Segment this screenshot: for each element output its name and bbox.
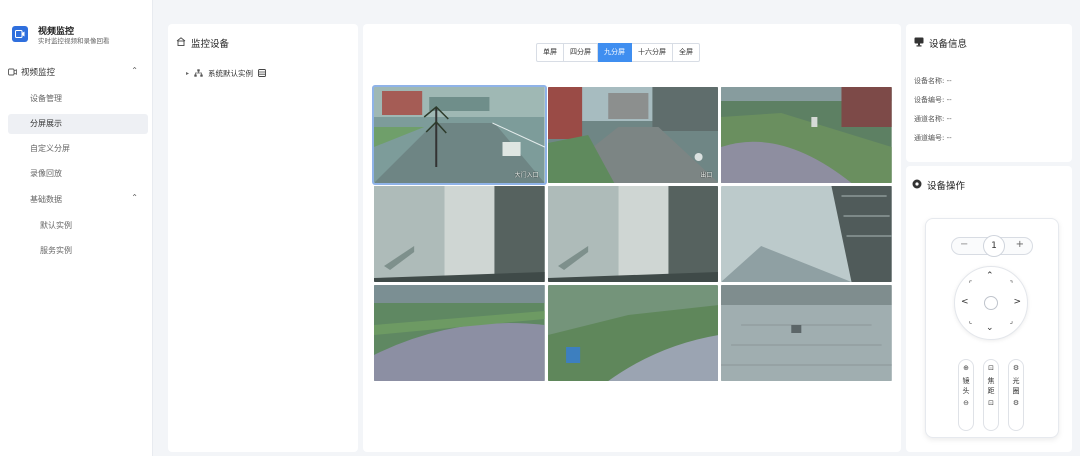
info-device-number: 设备编号: -- (914, 95, 952, 105)
zoom-out-icon[interactable]: ⊖ (963, 399, 969, 407)
database-icon (258, 68, 266, 79)
tab-single[interactable]: 单屏 (536, 43, 564, 62)
app-subtitle: 实时监控视频和录像回看 (38, 37, 110, 45)
tree-node-root[interactable]: ▸ 系统默认实例 (186, 68, 266, 79)
tree-node-label: 系统默认实例 (208, 69, 254, 78)
sidebar-item-default-instance[interactable]: 默认实例 (8, 216, 148, 236)
sidebar-item-custom-split[interactable]: 自定义分屏 (8, 139, 148, 159)
device-panel-title: 监控设备 (191, 39, 230, 50)
zoom-plus-button[interactable]: + (1016, 239, 1024, 250)
info-label: 设备名称: (914, 77, 945, 85)
chevron-up-icon: ⌃ (131, 193, 138, 202)
settings-icon (912, 179, 922, 192)
nav-group-video-monitor[interactable]: 视频监控 ⌃ (0, 62, 152, 82)
lens-control: ⊕ 镜头 ⊖ (958, 359, 974, 431)
device-info-header: 设备信息 (914, 36, 967, 50)
info-channel-number: 通道编号: -- (914, 133, 952, 143)
video-cell[interactable] (721, 87, 892, 183)
network-icon (194, 68, 203, 79)
sidebar-item-device-management[interactable]: 设备管理 (8, 89, 148, 109)
view-mode-tabs: 单屏 四分屏 九分屏 十六分屏 全屏 (536, 43, 700, 62)
info-label: 通道编号: (914, 134, 945, 142)
camera-label: 出口 (700, 172, 713, 179)
ptz-down-button[interactable]: ⌄ (986, 324, 994, 333)
zoom-stepper: − 1 + (951, 235, 1033, 257)
video-grid: 大门入口 出口 (372, 85, 892, 381)
sidebar-item-playback[interactable]: 录像回放 (8, 164, 148, 184)
ptz-up-left-button[interactable]: ⌜ (969, 281, 972, 288)
device-ops-title: 设备操作 (927, 181, 966, 192)
caret-right-icon: ▸ (186, 70, 190, 77)
iris-open-icon[interactable]: ⚙ (1013, 363, 1019, 374)
iris-control: ⚙ 光圈 ⚙ (1008, 359, 1024, 431)
ptz-direction-pad: ⌃ ⌄ < > ⌜ ⌝ ⌞ ⌟ (954, 266, 1028, 340)
camera-icon (8, 68, 17, 76)
ptz-right-button[interactable]: > (1013, 298, 1021, 307)
zoom-minus-button[interactable]: − (960, 239, 968, 250)
tab-nine[interactable]: 九分屏 (598, 43, 632, 62)
sidebar-item-service-instance[interactable]: 服务实例 (8, 241, 148, 261)
device-info-title: 设备信息 (929, 39, 968, 50)
video-cell[interactable] (721, 186, 892, 282)
ptz-down-left-button[interactable]: ⌞ (969, 318, 972, 325)
video-cell[interactable] (547, 186, 719, 282)
nav-group-basic-data[interactable]: 基础数据 ⌃ (0, 189, 152, 209)
ptz-down-right-button[interactable]: ⌟ (1010, 318, 1013, 325)
sidebar-item-split-screen[interactable]: 分屏展示 (8, 114, 148, 134)
video-cell[interactable]: 出口 (547, 87, 719, 183)
video-cell[interactable] (547, 285, 719, 381)
info-label: 设备编号: (914, 96, 945, 104)
device-tree-panel (168, 24, 358, 452)
nav-subgroup-label: 基础数据 (30, 194, 62, 204)
focus-near-icon[interactable]: ⊡ (988, 363, 994, 374)
video-cell[interactable] (721, 285, 892, 381)
monitor-icon (914, 37, 924, 50)
camera-label: 大门入口 (514, 172, 539, 179)
info-value: -- (946, 77, 952, 85)
device-ops-header: 设备操作 (912, 178, 965, 192)
ptz-center-button[interactable] (984, 296, 998, 310)
iris-close-icon[interactable]: ⚙ (1013, 399, 1019, 407)
zoom-value: 1 (983, 235, 1005, 257)
brand: 视频监控 实时监控视频和录像回看 (12, 24, 152, 46)
focus-label: 焦距 (987, 377, 995, 395)
tab-sixteen[interactable]: 十六分屏 (632, 43, 673, 62)
zoom-in-icon[interactable]: ⊕ (963, 363, 969, 374)
focus-control: ⊡ 焦距 ⊡ (983, 359, 999, 431)
focus-far-icon[interactable]: ⊡ (988, 399, 994, 407)
lens-label: 镜头 (962, 377, 970, 395)
tab-four[interactable]: 四分屏 (564, 43, 598, 62)
info-value: -- (946, 96, 952, 104)
chevron-up-icon: ⌃ (131, 66, 138, 75)
info-channel-name: 通道名称: -- (914, 114, 952, 124)
ptz-up-right-button[interactable]: ⌝ (1010, 281, 1013, 288)
info-value: -- (946, 115, 952, 123)
info-device-name: 设备名称: -- (914, 76, 952, 86)
video-logo-icon (12, 26, 28, 42)
ptz-control-card: − 1 + ⌃ ⌄ < > ⌜ ⌝ ⌞ ⌟ ⊕ 镜头 ⊖ ⊡ 焦距 ⊡ ⚙ 光圈… (925, 218, 1059, 438)
tab-fullscreen[interactable]: 全屏 (673, 43, 700, 62)
video-cell[interactable]: 大门入口 (372, 85, 547, 185)
sidebar: 视频监控 实时监控视频和录像回看 视频监控 ⌃ 设备管理 分屏展示 自定义分屏 … (0, 0, 153, 456)
home-icon (176, 37, 186, 49)
video-cell[interactable] (374, 186, 545, 282)
ptz-up-button[interactable]: ⌃ (986, 272, 994, 281)
info-label: 通道名称: (914, 115, 945, 123)
iris-label: 光圈 (1012, 377, 1020, 395)
device-panel-header: 监控设备 (176, 36, 229, 50)
ptz-left-button[interactable]: < (961, 298, 969, 307)
info-value: -- (946, 134, 952, 142)
nav-group-label: 视频监控 (21, 68, 56, 78)
video-cell[interactable] (374, 285, 545, 381)
